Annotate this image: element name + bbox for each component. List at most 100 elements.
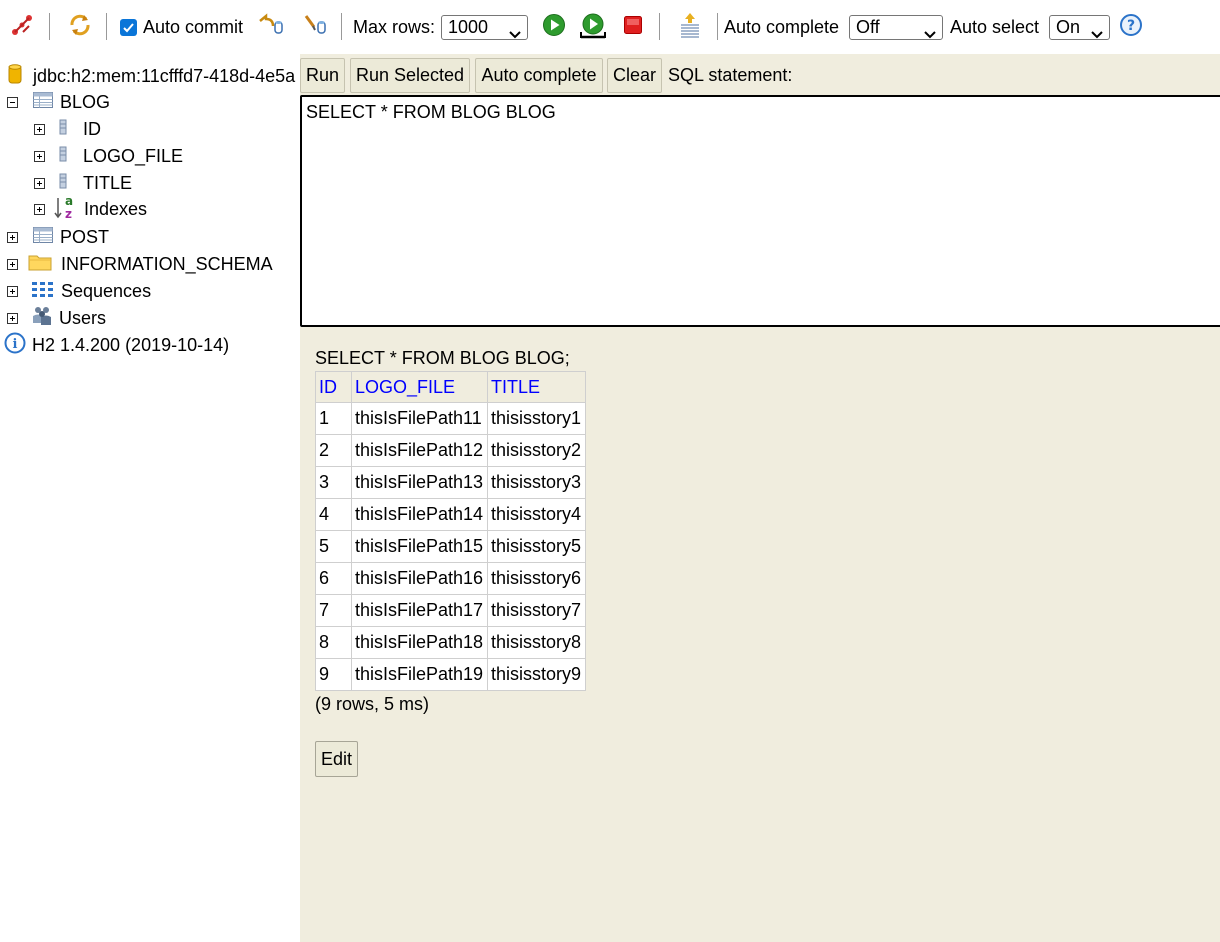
run-icon xyxy=(542,13,566,42)
table-cell[interactable]: thisisstory7 xyxy=(487,594,586,627)
table-cell[interactable]: 4 xyxy=(315,498,352,531)
run-query-button[interactable]: Run xyxy=(300,58,345,93)
auto-select-select[interactable]: On xyxy=(1049,14,1110,40)
table-icon xyxy=(33,226,53,248)
tree-item-logo-file[interactable]: LOGO_FILE xyxy=(34,143,183,169)
run-button[interactable] xyxy=(542,0,566,54)
tree-item-post[interactable]: POST xyxy=(7,224,109,250)
chevron-down-icon xyxy=(1091,23,1103,44)
refresh-button[interactable] xyxy=(67,0,93,54)
tree-label: LOGO_FILE xyxy=(83,145,184,166)
auto-complete-button[interactable]: Auto complete xyxy=(475,58,603,93)
max-rows-select[interactable]: 1000 xyxy=(441,14,528,40)
tree-item-information-schema[interactable]: INFORMATION_SCHEMA xyxy=(7,251,273,277)
history-button[interactable] xyxy=(678,0,702,54)
svg-text:?: ? xyxy=(1127,18,1135,34)
auto-commit-label: Auto commit xyxy=(143,16,244,37)
collapse-icon[interactable] xyxy=(7,96,18,108)
table-cell[interactable]: thisisstory1 xyxy=(487,402,586,435)
table-cell[interactable]: thisisstory8 xyxy=(487,626,586,659)
expand-icon[interactable] xyxy=(34,203,45,215)
auto-commit-checkbox[interactable]: Auto commit xyxy=(120,0,243,54)
expand-icon[interactable] xyxy=(7,312,18,324)
table-cell[interactable]: 1 xyxy=(315,402,352,435)
table-cell[interactable]: 2 xyxy=(315,434,352,467)
tree-item-users[interactable]: Users xyxy=(7,305,106,331)
table-cell[interactable]: thisisstory4 xyxy=(487,498,586,531)
auto-select-label: Auto select xyxy=(950,16,1040,37)
edit-button[interactable]: Edit xyxy=(315,741,358,777)
rollback-button[interactable] xyxy=(257,0,285,54)
sql-text: SELECT * FROM BLOG BLOG xyxy=(306,102,556,122)
table-cell[interactable]: thisisstory5 xyxy=(487,530,586,563)
table-cell[interactable]: thisisstory9 xyxy=(487,658,586,691)
expand-icon[interactable] xyxy=(7,231,18,243)
run-selected-query-button[interactable]: Run Selected xyxy=(350,58,470,93)
tree-label: TITLE xyxy=(83,172,133,193)
toolbar-separator xyxy=(106,13,107,40)
disconnect-button[interactable] xyxy=(10,0,34,54)
table-cell[interactable]: 6 xyxy=(315,562,352,595)
table-cell[interactable]: thisisstory2 xyxy=(487,434,586,467)
schema-tree: jdbc:h2:mem:11cfffd7-418d-4e5a BLOG ID L… xyxy=(0,54,300,942)
table-cell[interactable]: thisisstory3 xyxy=(487,466,586,499)
table-cell[interactable]: 5 xyxy=(315,530,352,563)
clear-button[interactable]: Clear xyxy=(607,58,662,93)
auto-complete-value: Off xyxy=(856,16,880,37)
table-cell[interactable]: thisIsFilePath19 xyxy=(351,658,488,691)
run-selected-icon xyxy=(579,11,607,44)
column-header[interactable]: ID xyxy=(315,371,352,403)
table-row: 2 thisIsFilePath12 thisisstory2 xyxy=(315,434,586,467)
folder-icon xyxy=(28,253,52,276)
tree-label: ID xyxy=(83,118,101,139)
result-panel: SELECT * FROM BLOG BLOG; ID LOGO_FILE TI… xyxy=(300,327,1220,942)
table-cell[interactable]: thisisstory6 xyxy=(487,562,586,595)
version-label: H2 1.4.200 (2019-10-14) xyxy=(32,334,230,355)
connection-url: jdbc:h2:mem:11cfffd7-418d-4e5a xyxy=(33,65,296,86)
auto-complete-select[interactable]: Off xyxy=(849,14,943,40)
table-cell[interactable]: thisIsFilePath16 xyxy=(351,562,488,595)
chevron-down-icon xyxy=(509,23,521,44)
info-icon: i xyxy=(4,332,26,359)
expand-icon[interactable] xyxy=(34,123,45,135)
auto-complete-label: Auto complete xyxy=(724,16,840,37)
svg-text:i: i xyxy=(13,337,18,352)
refresh-icon xyxy=(67,12,93,43)
rollback-icon xyxy=(257,12,285,42)
table-cell[interactable]: 7 xyxy=(315,594,352,627)
column-icon xyxy=(59,119,67,140)
table-cell[interactable]: thisIsFilePath14 xyxy=(351,498,488,531)
column-header[interactable]: LOGO_FILE xyxy=(351,371,488,403)
run-selected-button[interactable] xyxy=(579,0,607,54)
expand-icon[interactable] xyxy=(34,177,45,189)
table-cell[interactable]: thisIsFilePath17 xyxy=(351,594,488,627)
table-cell[interactable]: 3 xyxy=(315,466,352,499)
commit-button[interactable] xyxy=(302,0,330,54)
query-button-bar: Run Run Selected Auto complete Clear SQL… xyxy=(300,54,1220,96)
toolbar-separator xyxy=(341,13,342,40)
tree-item-sequences[interactable]: Sequences xyxy=(7,278,151,304)
sql-editor[interactable]: SELECT * FROM BLOG BLOG xyxy=(300,95,1220,327)
table-cell[interactable]: 8 xyxy=(315,626,352,659)
tree-label: POST xyxy=(60,226,110,247)
toolbar-separator xyxy=(659,13,660,40)
table-cell[interactable]: thisIsFilePath15 xyxy=(351,530,488,563)
table-cell[interactable]: thisIsFilePath13 xyxy=(351,466,488,499)
expand-icon[interactable] xyxy=(7,285,18,297)
tree-item-title[interactable]: TITLE xyxy=(34,170,132,196)
table-row: 5 thisIsFilePath15 thisisstory5 xyxy=(315,530,586,563)
tree-item-id[interactable]: ID xyxy=(34,116,101,142)
stop-button[interactable] xyxy=(623,0,643,54)
column-header[interactable]: TITLE xyxy=(487,371,586,403)
tree-item-indexes[interactable]: a z Indexes xyxy=(34,194,147,222)
table-cell[interactable]: thisIsFilePath12 xyxy=(351,434,488,467)
help-button[interactable]: ? xyxy=(1119,0,1143,54)
table-cell[interactable]: thisIsFilePath18 xyxy=(351,626,488,659)
expand-icon[interactable] xyxy=(34,150,45,162)
expand-icon[interactable] xyxy=(7,258,18,270)
tree-connection[interactable]: jdbc:h2:mem:11cfffd7-418d-4e5a xyxy=(7,63,295,89)
users-icon xyxy=(32,305,52,332)
table-cell[interactable]: 9 xyxy=(315,658,352,691)
table-cell[interactable]: thisIsFilePath11 xyxy=(351,402,488,435)
tree-item-blog[interactable]: BLOG xyxy=(7,89,110,115)
